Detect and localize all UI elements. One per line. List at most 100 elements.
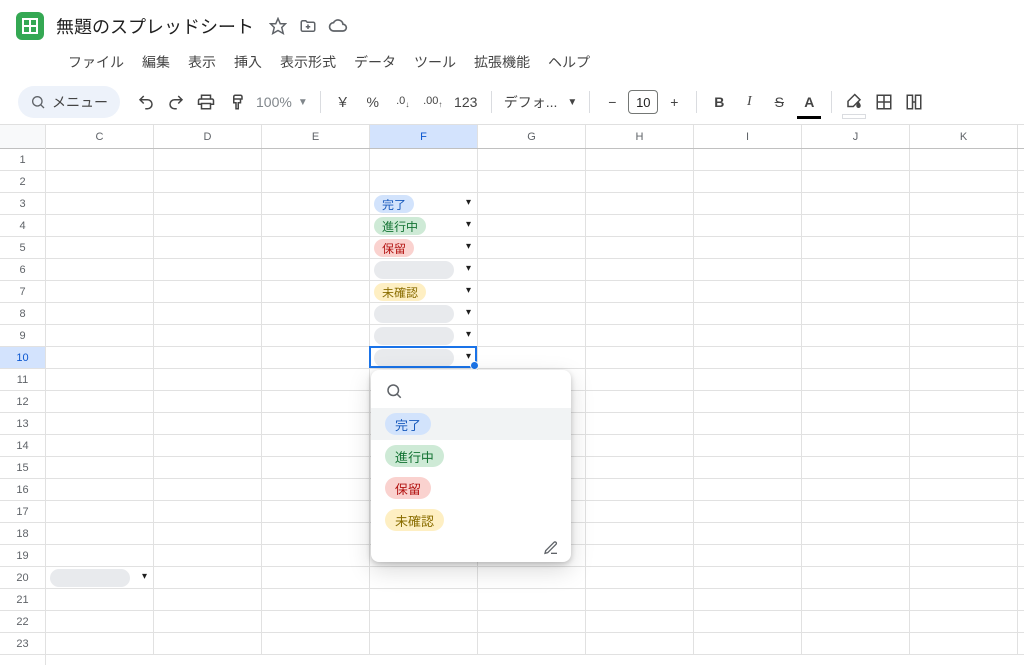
chevron-down-icon[interactable]: ▾: [466, 285, 471, 296]
cell[interactable]: [910, 633, 1018, 654]
cell[interactable]: [694, 457, 802, 478]
cell[interactable]: [586, 413, 694, 434]
cell[interactable]: [586, 171, 694, 192]
cell[interactable]: [586, 303, 694, 324]
cell[interactable]: [262, 259, 370, 280]
cell[interactable]: [154, 325, 262, 346]
cell[interactable]: [154, 633, 262, 654]
cell[interactable]: [802, 391, 910, 412]
star-icon[interactable]: [268, 16, 288, 36]
cell[interactable]: [262, 457, 370, 478]
cell[interactable]: ▾: [370, 347, 478, 368]
font-family-dropdown[interactable]: デフォ...▼: [500, 92, 582, 112]
cell[interactable]: [262, 501, 370, 522]
cell[interactable]: [802, 281, 910, 302]
cell[interactable]: [46, 501, 154, 522]
menu-item-8[interactable]: ヘルプ: [540, 48, 598, 76]
cell[interactable]: [262, 369, 370, 390]
cell[interactable]: [586, 457, 694, 478]
merge-cells-button[interactable]: [900, 87, 928, 117]
cell[interactable]: [586, 325, 694, 346]
cell[interactable]: [586, 391, 694, 412]
cell[interactable]: [262, 589, 370, 610]
paint-format-button[interactable]: [222, 87, 250, 117]
cell[interactable]: [46, 479, 154, 500]
cell[interactable]: [154, 171, 262, 192]
cell[interactable]: ▾: [46, 567, 154, 588]
cell[interactable]: [910, 391, 1018, 412]
column-header[interactable]: D: [154, 125, 262, 148]
dropdown-edit-button[interactable]: [371, 536, 571, 556]
chip[interactable]: 進行中: [374, 217, 426, 235]
row-header[interactable]: 16: [0, 479, 45, 501]
cell[interactable]: [802, 149, 910, 170]
italic-button[interactable]: I: [735, 87, 763, 117]
row-header[interactable]: 9: [0, 325, 45, 347]
column-header[interactable]: J: [802, 125, 910, 148]
cell[interactable]: [46, 149, 154, 170]
cell[interactable]: [262, 149, 370, 170]
cell[interactable]: [586, 215, 694, 236]
cell[interactable]: [46, 325, 154, 346]
cell[interactable]: [46, 589, 154, 610]
cell[interactable]: [910, 171, 1018, 192]
cell[interactable]: [694, 611, 802, 632]
chip[interactable]: 未確認: [374, 283, 426, 301]
cell[interactable]: [910, 413, 1018, 434]
cell[interactable]: [586, 611, 694, 632]
cell[interactable]: [694, 589, 802, 610]
cell[interactable]: [910, 281, 1018, 302]
cell[interactable]: [910, 589, 1018, 610]
chip[interactable]: [50, 569, 130, 587]
cell[interactable]: [478, 237, 586, 258]
cell[interactable]: [370, 633, 478, 654]
cell[interactable]: [154, 281, 262, 302]
cell[interactable]: [694, 545, 802, 566]
cell[interactable]: ▾: [370, 325, 478, 346]
row-header[interactable]: 1: [0, 149, 45, 171]
cell[interactable]: [478, 567, 586, 588]
cell[interactable]: [802, 479, 910, 500]
row-header[interactable]: 22: [0, 611, 45, 633]
column-header[interactable]: G: [478, 125, 586, 148]
sheets-logo[interactable]: [12, 8, 48, 44]
cell[interactable]: [694, 369, 802, 390]
cell[interactable]: [478, 347, 586, 368]
row-header[interactable]: 13: [0, 413, 45, 435]
cell[interactable]: [910, 259, 1018, 280]
cell[interactable]: [910, 501, 1018, 522]
chevron-down-icon[interactable]: ▾: [466, 351, 471, 362]
cell[interactable]: [586, 501, 694, 522]
cell[interactable]: [478, 611, 586, 632]
cell[interactable]: [694, 193, 802, 214]
cell[interactable]: [802, 567, 910, 588]
chevron-down-icon[interactable]: ▾: [466, 197, 471, 208]
column-header[interactable]: F: [370, 125, 478, 148]
cell[interactable]: [694, 413, 802, 434]
cell[interactable]: [910, 193, 1018, 214]
cell[interactable]: 進行中▾: [370, 215, 478, 236]
cell[interactable]: [910, 611, 1018, 632]
cell[interactable]: [694, 215, 802, 236]
format-percent-button[interactable]: %: [359, 87, 387, 117]
cell[interactable]: [694, 281, 802, 302]
menu-item-3[interactable]: 挿入: [226, 48, 270, 76]
cell[interactable]: [586, 523, 694, 544]
cell[interactable]: [910, 325, 1018, 346]
cell[interactable]: [262, 413, 370, 434]
column-header[interactable]: K: [910, 125, 1018, 148]
cell[interactable]: [262, 479, 370, 500]
select-all-corner[interactable]: [0, 125, 45, 149]
cell[interactable]: [802, 171, 910, 192]
cell[interactable]: [262, 237, 370, 258]
cell[interactable]: [802, 215, 910, 236]
row-header[interactable]: 20: [0, 567, 45, 589]
cell[interactable]: [694, 435, 802, 456]
cell[interactable]: [478, 171, 586, 192]
menu-item-2[interactable]: 表示: [180, 48, 224, 76]
cell[interactable]: [46, 347, 154, 368]
cell[interactable]: [154, 479, 262, 500]
redo-button[interactable]: [162, 87, 190, 117]
cell[interactable]: [154, 237, 262, 258]
bold-button[interactable]: B: [705, 87, 733, 117]
